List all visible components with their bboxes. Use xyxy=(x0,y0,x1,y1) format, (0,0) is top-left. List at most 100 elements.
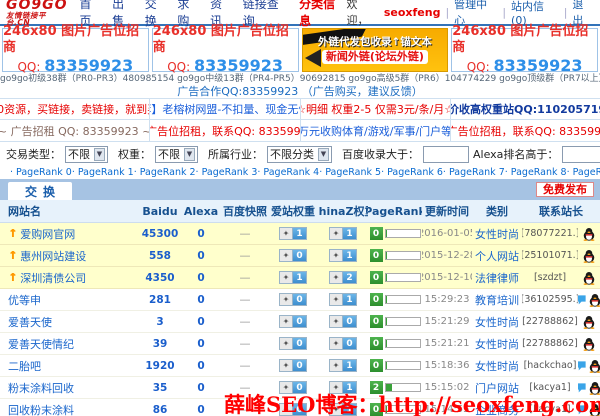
chinaz-weight-icon: ✦ xyxy=(330,250,343,261)
site-name-link[interactable]: 爱善天使情纪 xyxy=(8,336,74,352)
pagerank-link[interactable]: · PageRank 0 xyxy=(10,167,72,177)
aizhan-weight-cell: ✦1 xyxy=(268,271,318,284)
qq-penguin-icon[interactable] xyxy=(588,381,600,395)
aizhan-weight-cell: ✦0 xyxy=(268,293,318,306)
text-ad[interactable]: ~ 广告招租 QQ: 83359923 ~ xyxy=(0,120,150,141)
table-row[interactable]: ↑惠州网站建设5580—✦0✦102015-12-28个人网站[25101071… xyxy=(0,245,600,267)
pagerank-link[interactable]: · PageRank 3 xyxy=(196,167,258,177)
category-link[interactable]: 女性时尚 xyxy=(475,226,519,242)
chinaz-weight-icon: ✦ xyxy=(330,360,343,371)
chinaz-weight-badge: ✦1 xyxy=(329,227,357,240)
site-name-cell: 优等申 xyxy=(0,292,140,308)
chat-bubble-icon[interactable] xyxy=(578,404,587,415)
weight-select[interactable]: 不限▼ xyxy=(155,146,198,163)
qq-penguin-icon[interactable] xyxy=(582,227,596,241)
aizhan-weight-badge: ✦0 xyxy=(279,337,307,350)
qq-penguin-icon[interactable] xyxy=(588,293,600,307)
category-link[interactable]: 门户网站 xyxy=(475,380,519,396)
ad-banner-2[interactable]: 246x80 图片广告位招商 QQ: 83359923 xyxy=(152,28,299,72)
pagerank-cell: 0 xyxy=(368,293,422,306)
qq-penguin-icon xyxy=(588,381,600,395)
trade-type-select[interactable]: 不限▼ xyxy=(65,146,108,163)
table-row[interactable]: ↑爱购网官网453000—✦1✦102016-01-05女性时尚[7807722… xyxy=(0,223,600,245)
pagerank-link[interactable]: · PageRank 9 xyxy=(567,167,600,177)
alexa-rank-input[interactable] xyxy=(562,146,600,163)
site-name-link[interactable]: 粉末涂料回收 xyxy=(8,380,74,396)
alexa-rank: 0 xyxy=(180,250,222,262)
qq-penguin-icon xyxy=(588,293,600,307)
contact-icons-cell xyxy=(578,381,600,395)
text-ad[interactable]: 诚信万元收购体育/游戏/军事/门户等网站 xyxy=(301,120,451,141)
logo-title: GO9GO xyxy=(6,0,69,12)
site-name-link[interactable]: 回收粉末涂料 xyxy=(8,402,74,416)
aizhan-weight-cell: ✦0 xyxy=(268,381,318,394)
table-row[interactable]: 爱善天使情纪390—✦0✦0015:21:21女性时尚[22788862] xyxy=(0,333,600,355)
chat-bubble-icon[interactable] xyxy=(578,294,587,305)
table-row[interactable]: 粉末涂料回收350—✦0✦1215:15:02门户网站[kacya1] xyxy=(0,377,600,399)
username[interactable]: seoxfeng xyxy=(384,6,441,19)
category-link[interactable]: 个人网站 xyxy=(475,248,519,264)
promo-banner[interactable]: 外链代发包收录↑锚文本 新闻外链(论坛外链) xyxy=(302,28,449,72)
table-row[interactable]: ↑深圳清债公司43500—✦1✦202015-12-10法律律师[szdzt] xyxy=(0,267,600,289)
text-ad[interactable]: ☆明细 权重2-5 仅需3元/条/月☆ xyxy=(301,99,451,119)
aizhan-weight-icon: ✦ xyxy=(280,228,293,239)
user-messages[interactable]: 站内信(0) xyxy=(511,0,559,27)
text-ad[interactable]: 10000资源，买链接，卖链接，就到买卖链 xyxy=(0,99,150,119)
pagerank-link[interactable]: · PageRank 5 xyxy=(319,167,381,177)
ad-banner-3[interactable]: 246x80 图片广告位招商 QQ: 83359923 xyxy=(451,28,598,72)
site-name-link[interactable]: 深圳清债公司 xyxy=(20,270,86,286)
category-link[interactable]: 女性时尚 xyxy=(475,336,519,352)
text-ad[interactable]: ■■ 高价收高权重站QQ:1102057192 ■■ xyxy=(451,99,600,119)
site-name-link[interactable]: 优等申 xyxy=(8,292,41,308)
category-link[interactable]: 女性时尚 xyxy=(475,358,519,374)
category-link[interactable]: 法律律师 xyxy=(475,270,519,286)
site-name-link[interactable]: 惠州网站建设 xyxy=(20,248,86,264)
industry-select[interactable]: 不限分类▼ xyxy=(267,146,332,163)
chinaz-weight-value: 1 xyxy=(343,250,356,261)
chat-bubble-icon[interactable] xyxy=(578,360,587,371)
pagerank-cell: 0 xyxy=(368,403,422,416)
pagerank-link[interactable]: · PageRank 4 xyxy=(257,167,319,177)
free-publish-button[interactable]: 免费发布 xyxy=(536,182,594,197)
text-ad[interactable]: 【推荐】老榕树网盟-不扣量、现金无偿补助 xyxy=(150,99,300,119)
tab-exchange[interactable]: 交换 xyxy=(8,182,72,200)
chinaz-weight-value: 1 xyxy=(343,228,356,239)
pagerank-link[interactable]: · PageRank 8 xyxy=(505,167,567,177)
table-row[interactable]: 二胎吧19200—✦0✦1015:18:36女性时尚[hackchao] xyxy=(0,355,600,377)
table-row[interactable]: 优等申2810—✦0✦1015:29:23教育培训[36102595.] xyxy=(0,289,600,311)
category-link[interactable]: 女性时尚 xyxy=(475,314,519,330)
text-ad[interactable]: ＞ 此广告位招租，联系QQ: 83359923 ＜ xyxy=(150,120,300,141)
category-cell: 法律律师 xyxy=(472,270,522,286)
chat-bubble-icon[interactable] xyxy=(578,382,587,393)
baidu-count: 558 xyxy=(140,250,180,262)
baidu-included-input[interactable] xyxy=(423,146,469,163)
chinaz-weight-cell: ✦0 xyxy=(318,315,368,328)
text-ad[interactable]: 此广告位招租，联系QQ: 83359923 xyxy=(451,120,600,141)
chat-bubble-icon xyxy=(578,360,587,371)
contact-icons-cell xyxy=(578,227,600,241)
pagerank-cell: 0 xyxy=(368,337,422,350)
table-row[interactable]: 回收粉末涂料860—✦0✦1015:14:55企业商务[kacya1] xyxy=(0,399,600,416)
site-name-link[interactable]: 爱善天使 xyxy=(8,314,52,330)
qq-penguin-icon[interactable] xyxy=(582,249,596,263)
pagerank-link[interactable]: · PageRank 6 xyxy=(381,167,443,177)
qq-penguin-icon[interactable] xyxy=(582,337,596,351)
qq-penguin-icon[interactable] xyxy=(582,315,596,329)
site-name-link[interactable]: 爱购网官网 xyxy=(20,226,75,242)
table-row[interactable]: 爱善天使30—✦0✦0015:21:29女性时尚[22788862] xyxy=(0,311,600,333)
qq-penguin-icon[interactable] xyxy=(588,403,600,416)
site-name-link[interactable]: 二胎吧 xyxy=(8,358,41,374)
chat-bubble-icon xyxy=(578,404,587,415)
nav-classified-info[interactable]: 分类信息 xyxy=(299,0,346,29)
pagerank-link[interactable]: · PageRank 7 xyxy=(443,167,505,177)
qq-penguin-icon[interactable] xyxy=(582,271,596,285)
site-logo[interactable]: GO9GO 友情链接平台.CN xyxy=(6,0,69,27)
baidu-count: 35 xyxy=(140,382,180,394)
category-link[interactable]: 企业商务 xyxy=(475,402,519,416)
ad-banner-1[interactable]: 246x80 图片广告位招商 QQ: 83359923 xyxy=(2,28,149,72)
pagerank-bar xyxy=(385,273,421,282)
pagerank-link[interactable]: · PageRank 2 xyxy=(134,167,196,177)
category-link[interactable]: 教育培训 xyxy=(475,292,519,308)
pagerank-link[interactable]: · PageRank 1 xyxy=(72,167,134,177)
qq-penguin-icon[interactable] xyxy=(588,359,600,373)
